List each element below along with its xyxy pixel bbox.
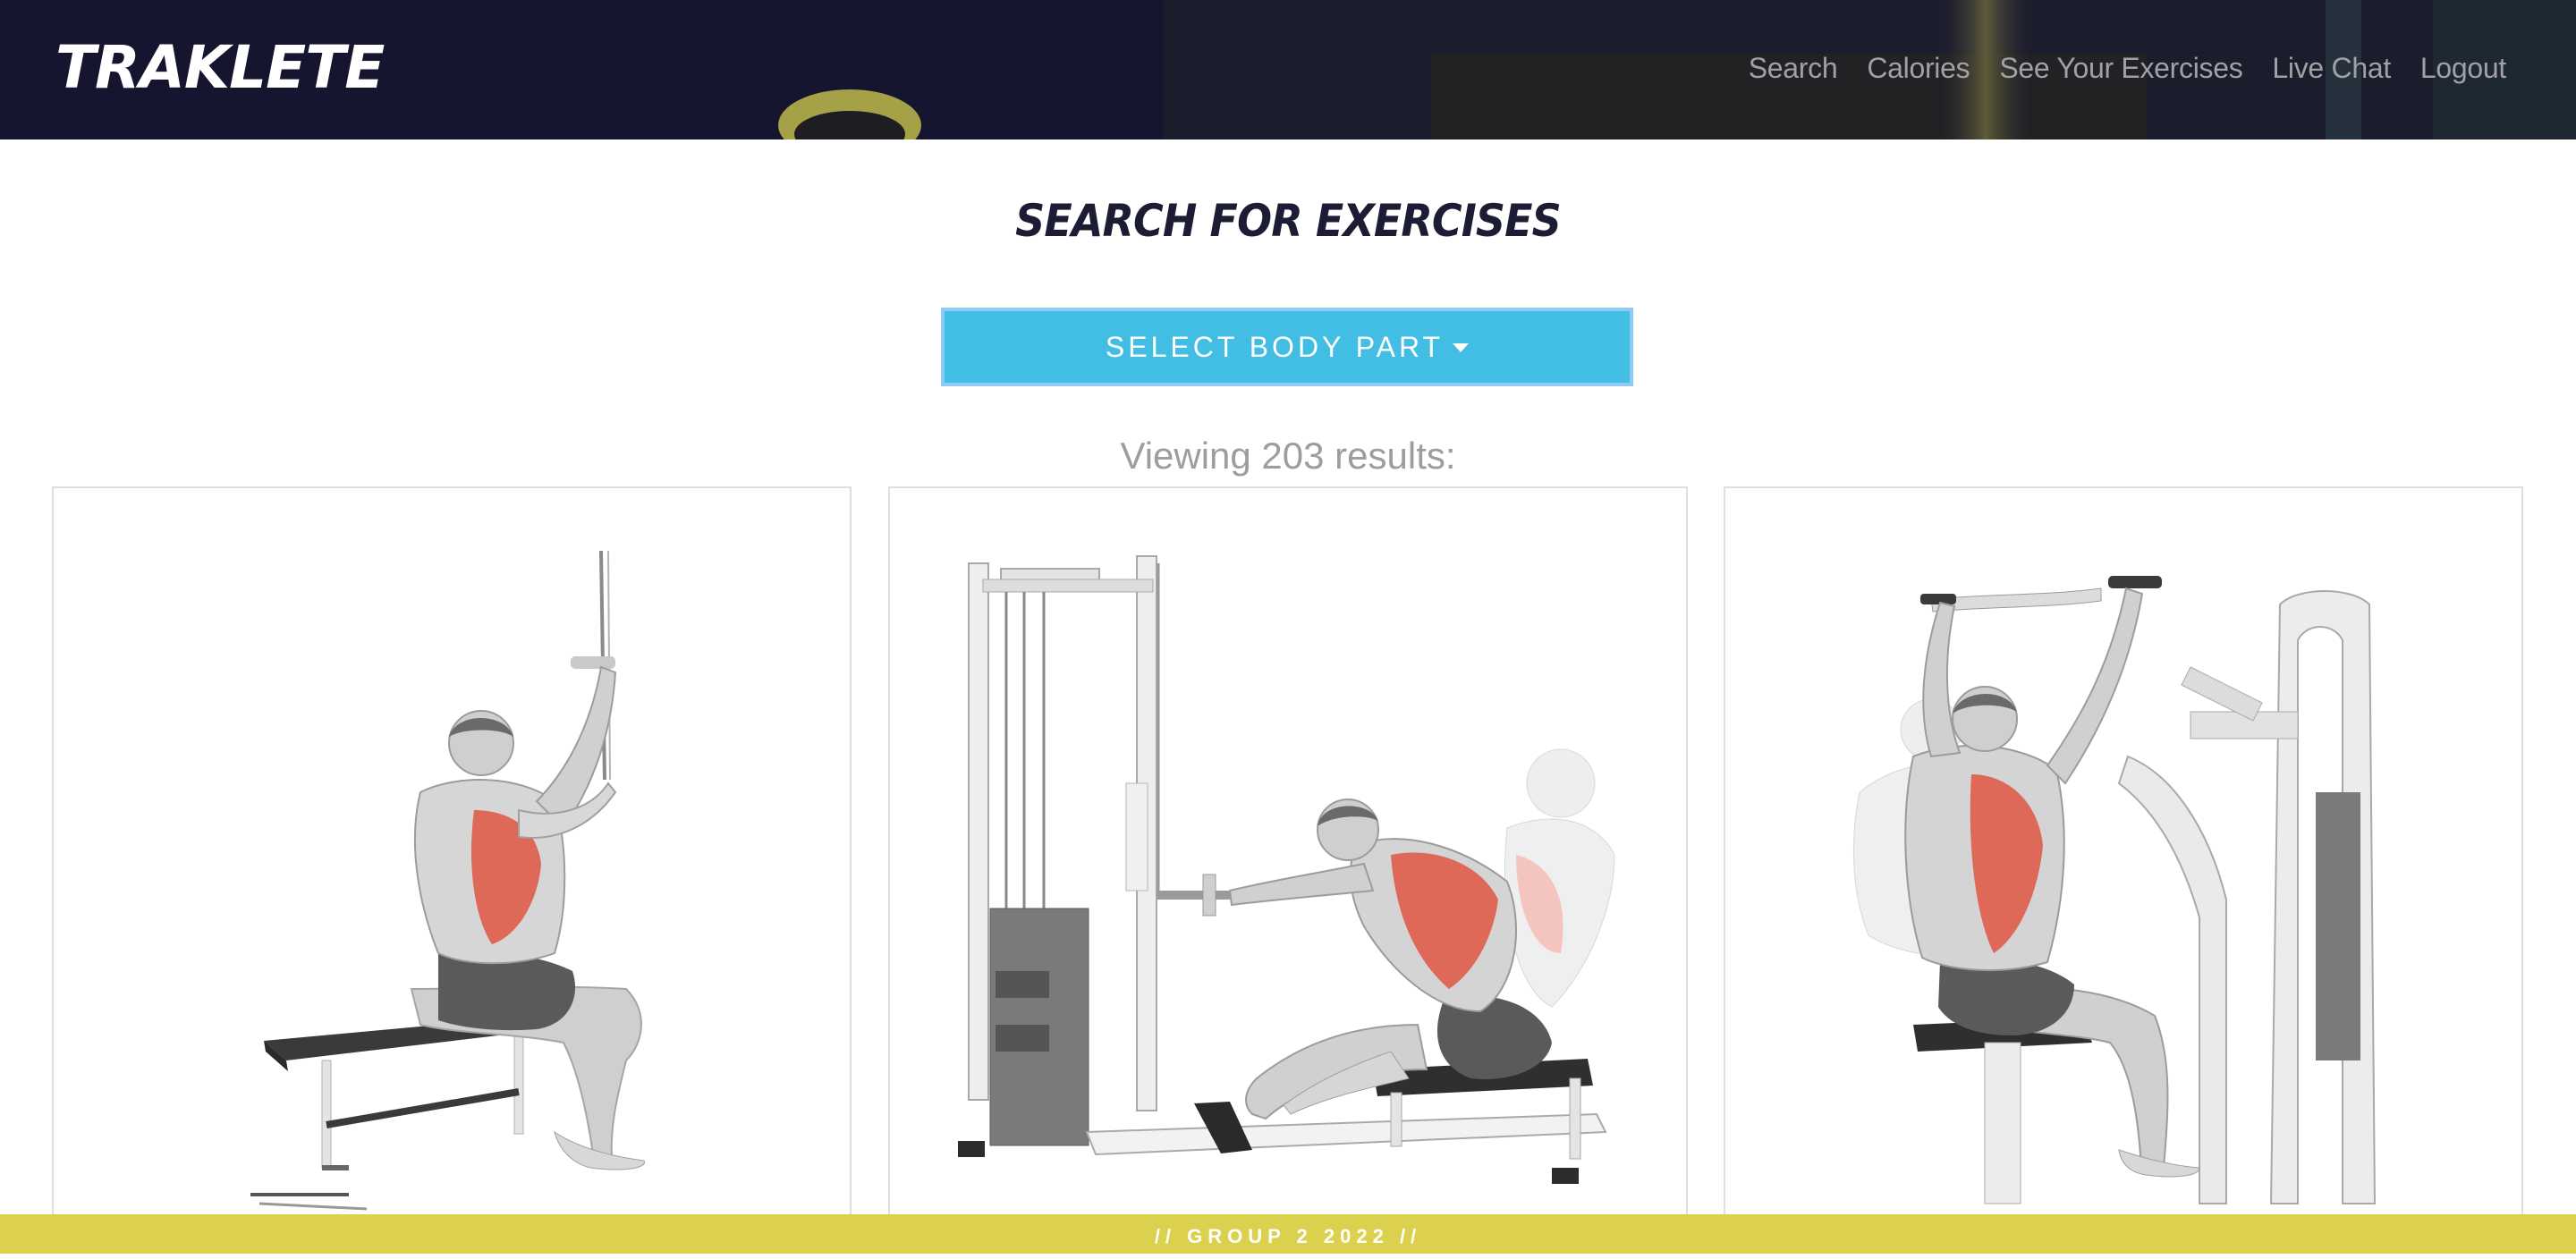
seated-cable-row-exercise-illustration bbox=[958, 555, 1615, 1184]
select-body-part-label: SELECT BODY PART bbox=[1105, 330, 1445, 363]
main-nav: Search Calories See Your Exercises Live … bbox=[1749, 52, 2507, 85]
nav-search-link[interactable]: Search bbox=[1749, 52, 1838, 85]
site-footer: // GROUP 2 2022 // bbox=[0, 1214, 2576, 1254]
exercise-card[interactable] bbox=[888, 486, 1688, 1238]
page-title: SEARCH FOR EXERCISES bbox=[1015, 195, 1562, 247]
nav-live-chat-link[interactable]: Live Chat bbox=[2272, 52, 2391, 85]
results-count-text: Viewing 203 results: bbox=[1120, 435, 1456, 477]
machine-lat-pulldown-exercise-illustration bbox=[1852, 576, 2377, 1204]
nav-see-your-exercises-link[interactable]: See Your Exercises bbox=[1999, 52, 2242, 85]
nav-calories-link[interactable]: Calories bbox=[1867, 52, 1970, 85]
nav-logout-link[interactable]: Logout bbox=[2420, 52, 2506, 85]
exercise-card[interactable] bbox=[1724, 486, 2523, 1238]
caret-down-icon bbox=[1453, 343, 1470, 352]
lat-pulldown-exercise-illustration bbox=[250, 550, 645, 1211]
exercise-card[interactable] bbox=[52, 486, 852, 1238]
site-header: TRAKLETE Search Calories See Your Exerci… bbox=[0, 0, 2576, 139]
brand-logo[interactable]: TRAKLETE bbox=[55, 32, 385, 104]
select-body-part-dropdown[interactable]: SELECT BODY PART bbox=[941, 308, 1633, 386]
